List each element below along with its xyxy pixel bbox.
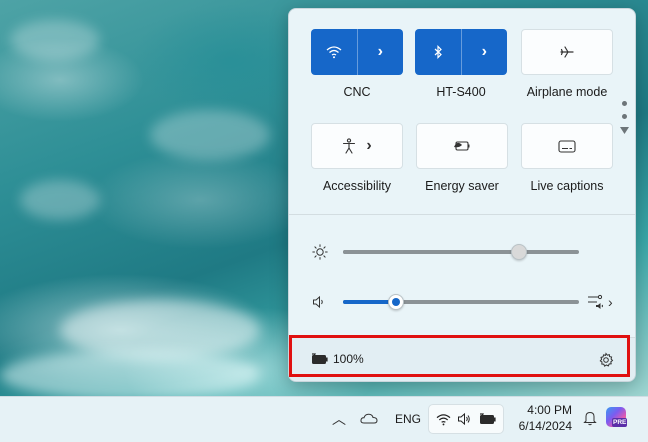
bluetooth-expand-button[interactable]: ›: [460, 29, 508, 75]
tile-label-wifi: CNC: [343, 85, 371, 99]
taskbar: ︿ ENG 4:00 PM 6/14/2024 PRE: [0, 396, 648, 442]
tile-label-bluetooth: HT-S400: [436, 85, 486, 99]
audio-output-icon: [588, 294, 603, 309]
tile-label-live-captions: Live captions: [530, 179, 604, 193]
page-indicator-dot[interactable]: [622, 114, 627, 119]
captions-icon: [558, 139, 576, 153]
tile-accessibility[interactable]: ›: [311, 123, 403, 169]
notification-bell-icon[interactable]: [583, 410, 597, 426]
tile-bluetooth[interactable]: ›: [415, 29, 507, 75]
chevron-up-icon[interactable]: ︿: [332, 409, 346, 429]
tile-energy-saver[interactable]: [416, 123, 508, 169]
airplane-icon: [560, 46, 574, 58]
chevron-right-icon: ›: [366, 137, 372, 154]
chevron-right-icon: ›: [481, 43, 487, 60]
tile-label-accessibility: Accessibility: [322, 179, 392, 193]
onedrive-cloud-icon[interactable]: [360, 412, 378, 424]
chevron-right-icon: ›: [608, 294, 613, 310]
clock-time: 4:00 PM: [527, 403, 572, 417]
triangle-down-icon[interactable]: [620, 127, 629, 134]
divider: [289, 214, 635, 215]
wifi-expand-button[interactable]: ›: [356, 29, 404, 75]
audio-output-button[interactable]: ›: [587, 293, 619, 311]
energy-saver-icon: [454, 141, 470, 151]
system-tray-network-volume-battery[interactable]: [428, 404, 504, 434]
battery-charging-icon: [479, 413, 496, 424]
annotation-highlight-box: [289, 335, 630, 377]
accessibility-icon: [343, 138, 356, 154]
wifi-icon: [436, 413, 450, 425]
speaker-icon[interactable]: [312, 295, 326, 309]
language-indicator[interactable]: ENG: [395, 412, 421, 426]
copilot-button[interactable]: PRE: [606, 407, 628, 429]
tile-label-airplane-mode: Airplane mode: [526, 85, 608, 99]
tile-live-captions[interactable]: [521, 123, 613, 169]
page-indicator-dot[interactable]: [622, 101, 627, 106]
copilot-preview-badge: PRE: [612, 418, 628, 427]
wifi-toggle[interactable]: [311, 29, 357, 75]
clock[interactable]: 4:00 PM 6/14/2024: [512, 402, 572, 434]
volume-slider[interactable]: [343, 293, 579, 311]
tile-label-energy-saver: Energy saver: [425, 179, 499, 193]
brightness-icon: [312, 244, 328, 260]
volume-thumb[interactable]: [388, 294, 404, 310]
quick-settings-panel: › CNC › HT-S400 Airplane mode › Accessib…: [288, 8, 636, 382]
wifi-icon: [326, 46, 342, 59]
tile-airplane-mode[interactable]: [521, 29, 613, 75]
bluetooth-icon: [434, 45, 442, 59]
speaker-icon: [458, 412, 470, 426]
tile-wifi[interactable]: ›: [311, 29, 403, 75]
chevron-right-icon: ›: [377, 43, 383, 60]
brightness-slider[interactable]: [343, 243, 579, 261]
clock-date: 6/14/2024: [518, 419, 572, 433]
brightness-thumb[interactable]: [511, 244, 527, 260]
brightness-fill: [343, 250, 518, 254]
bluetooth-toggle[interactable]: [415, 29, 461, 75]
